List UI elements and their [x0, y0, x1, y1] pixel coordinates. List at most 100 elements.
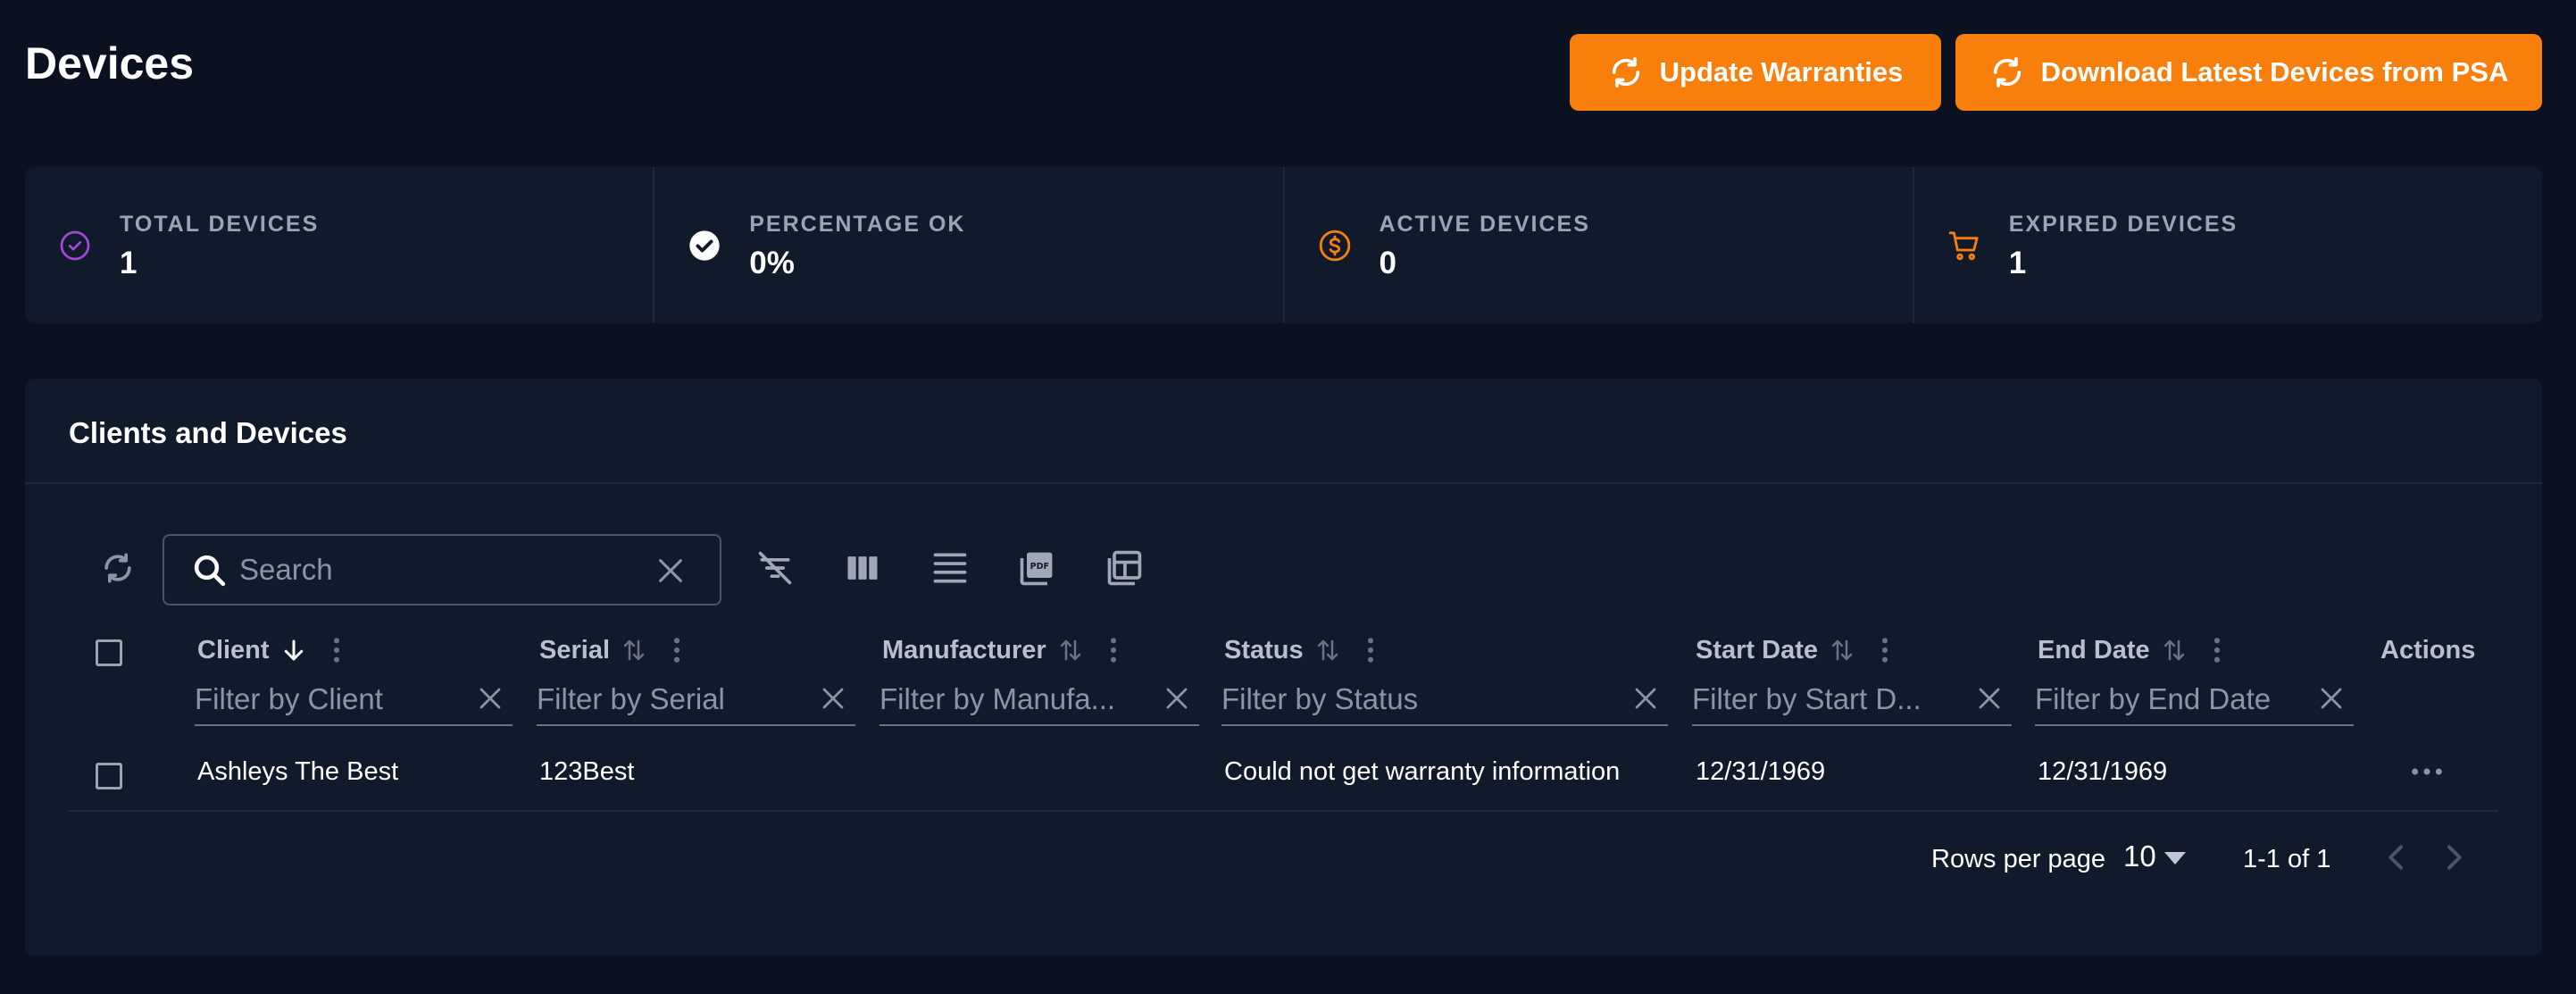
- check-circle-filled-icon: [689, 230, 720, 261]
- cell-status: Could not get warranty information: [1224, 757, 1621, 786]
- stat-label: TOTAL DEVICES: [120, 212, 320, 237]
- stat-value: 0: [1379, 246, 1396, 280]
- column-title: Start Date: [1696, 635, 1818, 664]
- stat-label: ACTIVE DEVICES: [1379, 212, 1590, 237]
- stat-label: EXPIRED DEVICES: [2008, 212, 2238, 237]
- layout-button[interactable]: [1103, 547, 1146, 589]
- rows-per-page-select[interactable]: 10: [2123, 839, 2156, 873]
- page-title: Devices: [25, 38, 195, 88]
- column-title: Status: [1224, 635, 1304, 664]
- stat-total-devices: TOTAL DEVICES 1: [25, 167, 655, 323]
- column-title: End Date: [2038, 635, 2150, 664]
- close-icon[interactable]: [820, 685, 846, 712]
- dollar-circle-icon: [1319, 230, 1350, 262]
- search-input[interactable]: [239, 545, 632, 595]
- stat-label: PERCENTAGE OK: [749, 212, 966, 237]
- cell-serial: 123Best: [539, 757, 635, 786]
- rows-per-page-label: Rows per page: [1931, 845, 2106, 873]
- panel-title: Clients and Devices: [69, 416, 347, 449]
- columns-icon: [847, 556, 878, 580]
- sort-icon[interactable]: [621, 637, 647, 664]
- close-icon[interactable]: [1163, 685, 1190, 712]
- filter-serial: [537, 678, 855, 726]
- more-actions-icon[interactable]: [2409, 764, 2445, 779]
- column-header-end-date[interactable]: End Date: [2038, 632, 2222, 668]
- refresh-icon: [1612, 57, 1639, 88]
- svg-text:PDF: PDF: [1030, 562, 1049, 572]
- row-checkbox[interactable]: [96, 763, 122, 789]
- select-all-checkbox[interactable]: [96, 639, 122, 666]
- filter-start-date-input[interactable]: [1692, 680, 1967, 719]
- column-title: Actions: [2380, 635, 2476, 664]
- download-devices-button[interactable]: Download Latest Devices from PSA: [1955, 34, 2542, 111]
- stat-value: 0%: [749, 246, 795, 280]
- filter-end-date: [2035, 678, 2354, 726]
- refresh-icon: [1993, 57, 2021, 88]
- layout-icon: [1107, 550, 1142, 586]
- column-menu-icon[interactable]: [1109, 636, 1118, 664]
- refresh-icon: [104, 553, 131, 583]
- close-icon[interactable]: [2318, 685, 2345, 712]
- sort-icon[interactable]: [1057, 637, 1084, 664]
- filter-end-date-input[interactable]: [2035, 680, 2309, 719]
- column-menu-icon[interactable]: [2213, 636, 2222, 664]
- column-menu-icon[interactable]: [332, 636, 341, 664]
- stat-value: 1: [2008, 246, 2027, 280]
- stats-bar: TOTAL DEVICES 1 PERCENTAGE OK 0% ACTIVE …: [25, 167, 2542, 323]
- column-header-client[interactable]: Client: [197, 632, 341, 668]
- update-warranties-button[interactable]: Update Warranties: [1570, 34, 1941, 111]
- pdf-export-icon: PDF: [1020, 552, 1053, 586]
- sort-icon[interactable]: [1829, 637, 1855, 664]
- search-icon: [194, 555, 226, 587]
- column-header-start-date[interactable]: Start Date: [1696, 632, 1889, 668]
- clear-filters-button[interactable]: [754, 547, 796, 589]
- close-icon[interactable]: [655, 555, 686, 586]
- stat-expired-devices: EXPIRED DEVICES 1: [1914, 167, 2542, 323]
- cell-client: Ashleys The Best: [197, 757, 399, 786]
- filter-client: [195, 678, 513, 726]
- column-menu-icon[interactable]: [1366, 636, 1375, 664]
- chevron-right-icon[interactable]: [2436, 839, 2472, 875]
- column-menu-icon[interactable]: [672, 636, 681, 664]
- refresh-button[interactable]: [96, 547, 139, 589]
- stat-active-devices: ACTIVE DEVICES 0: [1285, 167, 1914, 323]
- row-divider: [69, 810, 2498, 812]
- close-icon[interactable]: [1632, 685, 1659, 712]
- pagination-range: 1-1 of 1: [2243, 845, 2331, 873]
- filter-client-input[interactable]: [195, 680, 468, 719]
- filter-status-input[interactable]: [1221, 680, 1623, 719]
- filter-manufacturer: [880, 678, 1199, 726]
- clear-filters-icon: [758, 551, 792, 585]
- close-icon[interactable]: [477, 685, 504, 712]
- column-header-status[interactable]: Status: [1224, 632, 1375, 668]
- stat-percentage-ok: PERCENTAGE OK 0%: [654, 167, 1285, 323]
- filter-manufacturer-input[interactable]: [880, 680, 1155, 719]
- stat-value: 1: [120, 246, 138, 280]
- cell-end-date: 12/31/1969: [2038, 757, 2168, 786]
- sort-icon[interactable]: [1314, 637, 1341, 664]
- cart-icon: [1948, 231, 1979, 261]
- column-menu-icon[interactable]: [1880, 636, 1889, 664]
- cell-start-date: 12/31/1969: [1696, 757, 1826, 786]
- search-field: [163, 534, 721, 606]
- pdf-export-button[interactable]: PDF: [1015, 547, 1058, 589]
- filter-start-date: [1692, 678, 2012, 726]
- filter-serial-input[interactable]: [537, 680, 811, 719]
- column-title: Manufacturer: [882, 635, 1046, 664]
- columns-button[interactable]: [841, 547, 884, 589]
- column-header-manufacturer[interactable]: Manufacturer: [882, 632, 1118, 668]
- density-button[interactable]: [929, 547, 971, 589]
- caret-down-icon[interactable]: [2164, 852, 2186, 865]
- sort-descending-icon[interactable]: [280, 637, 307, 664]
- divider: [25, 482, 2542, 484]
- column-title: Serial: [539, 635, 610, 664]
- column-header-actions: Actions: [2380, 632, 2475, 668]
- density-icon: [933, 553, 967, 583]
- sort-icon[interactable]: [2161, 637, 2188, 664]
- chevron-left-icon[interactable]: [2379, 839, 2414, 875]
- clients-devices-panel: Clients and Devices PDF: [25, 379, 2542, 956]
- column-header-serial[interactable]: Serial: [539, 632, 681, 668]
- check-circle-icon: [60, 230, 90, 261]
- close-icon[interactable]: [1976, 685, 2003, 712]
- column-title: Client: [197, 635, 270, 664]
